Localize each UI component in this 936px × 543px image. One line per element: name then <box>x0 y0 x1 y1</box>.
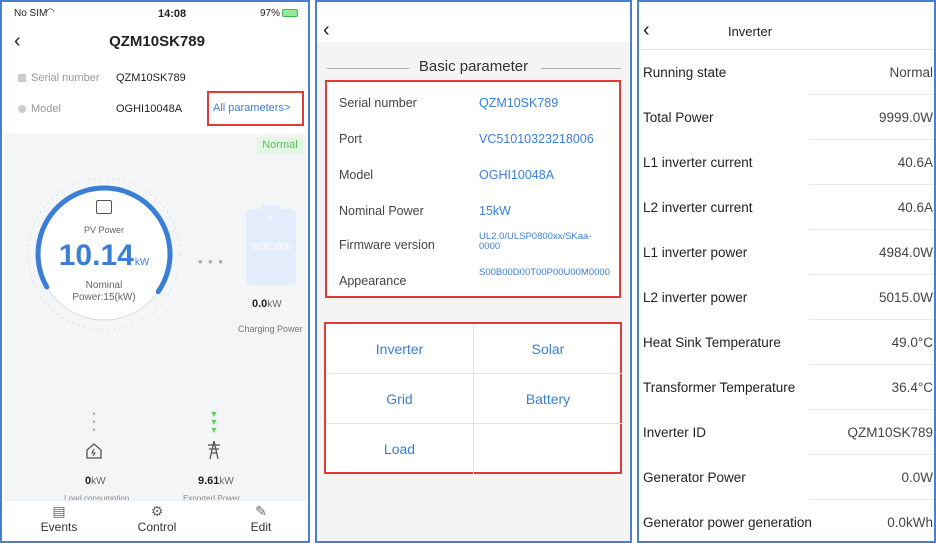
model-icon <box>18 105 26 113</box>
wifi-icon: ◠ <box>46 7 55 18</box>
nav-events[interactable]: ▤ Events <box>24 503 94 534</box>
category-inverter[interactable]: Inverter <box>326 324 474 374</box>
events-icon: ▤ <box>52 503 66 519</box>
load-flow-dots: • • • <box>92 409 96 435</box>
detail-row: L1 inverter power 4984.0W <box>639 230 934 275</box>
export-flow-arrows: ▼ ▼ ▼ <box>209 409 219 435</box>
flow-dots: • • • <box>198 254 224 269</box>
detail-row: Inverter ID QZM10SK789 <box>639 410 934 455</box>
detail-row: L2 inverter current 40.6A <box>639 185 934 230</box>
inverter-detail-screen: ‹ Inverter Running state Normal Total Pow… <box>637 0 936 543</box>
section-title: Basic parameter <box>418 58 529 75</box>
nav-control[interactable]: ⚙ Control <box>122 503 192 534</box>
serial-value: QZM10SK789 <box>116 72 186 84</box>
battery-percent: 97% <box>259 8 280 19</box>
detail-row: Total Power 9999.0W <box>639 95 934 140</box>
export-value: 9.61kW <box>198 475 234 487</box>
nav-header <box>317 2 630 42</box>
carrier-label: No SIM <box>14 8 48 19</box>
detail-row: L2 inverter power 5015.0W <box>639 275 934 320</box>
plant-overview-screen: No SIM ◠ 14:08 97% ‹ QZM10SK789 Serial n… <box>0 0 310 543</box>
status-bar: No SIM ◠ 14:08 97% <box>14 7 298 22</box>
page-title: Inverter <box>727 24 773 39</box>
lightning-icon: ⚡ <box>266 212 275 226</box>
category-solar[interactable]: Solar <box>474 324 622 374</box>
pv-panel-icon <box>96 200 112 214</box>
category-grid-item[interactable]: Grid <box>326 374 474 424</box>
category-grid: Inverter Solar Grid Battery Load <box>324 322 622 474</box>
load-value: 0kW <box>85 475 106 487</box>
edit-icon: ✎ <box>255 503 267 519</box>
all-parameters-link[interactable]: All parameters> <box>207 91 304 126</box>
barcode-icon <box>18 74 26 82</box>
basic-parameter-list: Serial number QZM10SK789 Port VC5101032321… <box>325 80 621 298</box>
category-empty <box>474 424 622 474</box>
status-badge: Normal <box>257 137 303 154</box>
serial-label: Serial number <box>18 72 99 84</box>
page-title: QZM10SK789 <box>109 33 205 50</box>
charging-power-label: Charging Power <box>238 324 303 334</box>
basic-parameter-screen: ‹ Basic parameter Serial number QZM10SK78… <box>315 0 632 543</box>
detail-row: Generator power generation 0.0kWh <box>643 515 933 530</box>
nominal-value: Power:15(kW) <box>72 292 136 303</box>
model-value: OGHI10048A <box>116 103 183 115</box>
clock: 14:08 <box>158 8 187 20</box>
detail-row: Generator Power 0.0W <box>639 455 934 500</box>
bottom-nav: ▤ Events ⚙ Control ✎ Edit <box>4 500 306 541</box>
battery-soc: SOC:0% <box>251 242 291 253</box>
battery-status: 97% <box>260 8 298 19</box>
charging-power-value: 0.0kW <box>252 298 282 310</box>
gear-icon: ⚙ <box>150 503 164 519</box>
pv-power-label: PV Power <box>83 225 125 235</box>
battery-icon <box>282 9 298 17</box>
category-load[interactable]: Load <box>326 424 474 474</box>
model-label: Model <box>18 103 61 115</box>
grid-tower-icon <box>208 440 220 460</box>
detail-row: Transformer Temperature 36.4°C <box>639 365 934 410</box>
detail-row: Running state Normal <box>639 50 934 95</box>
category-battery[interactable]: Battery <box>474 374 622 424</box>
back-icon[interactable]: ‹ <box>323 20 330 40</box>
nav-edit[interactable]: ✎ Edit <box>226 503 296 534</box>
detail-row: Heat Sink Temperature 49.0°C <box>639 320 934 365</box>
detail-row: L1 inverter current 40.6A <box>639 140 934 185</box>
home-icon <box>86 443 102 459</box>
pv-power-value: 10.14kW <box>58 239 150 272</box>
nominal-label: Nominal <box>85 280 123 291</box>
